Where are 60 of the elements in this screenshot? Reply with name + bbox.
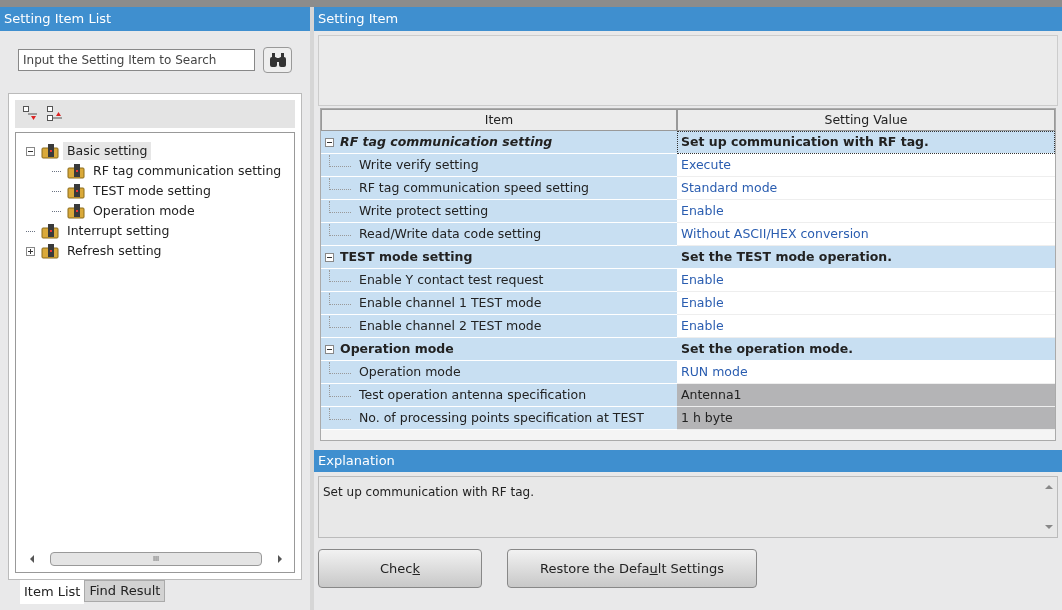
group-description: Set up communication with RF tag.	[677, 131, 1055, 154]
tab[interactable]: Item List	[20, 580, 85, 604]
tree-item[interactable]: RF tag communication setting	[89, 161, 286, 181]
panel-title: Explanation	[314, 450, 1062, 472]
expand-all-icon[interactable]	[47, 106, 63, 122]
binoculars-icon	[268, 52, 287, 68]
tab[interactable]: Find Result	[84, 580, 166, 602]
setting-value[interactable]: Without ASCII/HEX conversion	[677, 223, 1055, 246]
folder-icon	[67, 163, 85, 179]
tree-item[interactable]: Refresh setting	[63, 241, 166, 261]
group-label: RF tag communication setting	[340, 132, 553, 151]
column-header: Setting Value	[677, 109, 1055, 131]
tree-item[interactable]: Operation mode	[89, 201, 199, 221]
setting-item: RF tag communication speed setting	[358, 178, 590, 197]
setting-value[interactable]: Enable	[677, 200, 1055, 223]
folder-icon	[41, 243, 59, 259]
expand-icon[interactable]	[26, 246, 35, 256]
scroll-right-icon[interactable]	[278, 555, 282, 563]
setting-value[interactable]: Enable	[677, 269, 1055, 292]
setting-item: Enable channel 2 TEST mode	[358, 316, 542, 335]
scroll-up-icon[interactable]	[1045, 485, 1053, 489]
setting-item: Enable channel 1 TEST mode	[358, 293, 542, 312]
panel-title: Setting Item	[314, 7, 1062, 31]
setting-value[interactable]: Enable	[677, 292, 1055, 315]
action-button[interactable]: Restore the Default Settings	[507, 549, 757, 588]
setting-value[interactable]: Execute	[677, 154, 1055, 177]
setting-item: Enable Y contact test request	[358, 270, 544, 289]
search-field[interactable]: Input the Setting Item to Search	[18, 49, 256, 71]
tree-item[interactable]: Basic setting	[63, 141, 152, 161]
action-button[interactable]: Check	[318, 549, 482, 588]
collapse-icon[interactable]	[325, 137, 334, 147]
panel-title: Setting Item List	[0, 7, 310, 31]
setting-item: Operation mode	[358, 362, 461, 381]
setting-value[interactable]: RUN mode	[677, 361, 1055, 384]
collapse-all-icon[interactable]	[23, 106, 39, 122]
folder-icon	[41, 223, 59, 239]
tree-item[interactable]: Interrupt setting	[63, 221, 174, 241]
group-label: Operation mode	[340, 339, 454, 358]
setting-item: Write protect setting	[358, 201, 489, 220]
setting-item: Write verify setting	[358, 155, 479, 174]
folder-icon	[67, 183, 85, 199]
search-button[interactable]	[263, 47, 292, 73]
setting-item: Test operation antenna specification	[358, 385, 587, 404]
scroll-down-icon[interactable]	[1045, 525, 1053, 529]
group-description: Set the TEST mode operation.	[677, 246, 1055, 269]
setting-item: Read/Write data code setting	[358, 224, 542, 243]
folder-icon	[67, 203, 85, 219]
collapse-icon[interactable]	[325, 252, 334, 262]
setting-item: No. of processing points specification at TEST	[358, 408, 644, 427]
collapse-icon[interactable]	[325, 344, 334, 354]
tree-item[interactable]: TEST mode setting	[89, 181, 215, 201]
scroll-left-icon[interactable]	[30, 555, 34, 563]
folder-icon	[41, 143, 59, 159]
collapse-icon[interactable]	[26, 146, 35, 156]
group-description: Set the operation mode.	[677, 338, 1055, 361]
group-label: TEST mode setting	[340, 247, 473, 266]
explanation-text: Set up communication with RF tag.	[322, 484, 535, 501]
setting-value[interactable]: Enable	[677, 315, 1055, 338]
column-header: Item	[321, 109, 677, 131]
setting-value[interactable]: Standard mode	[677, 177, 1055, 200]
